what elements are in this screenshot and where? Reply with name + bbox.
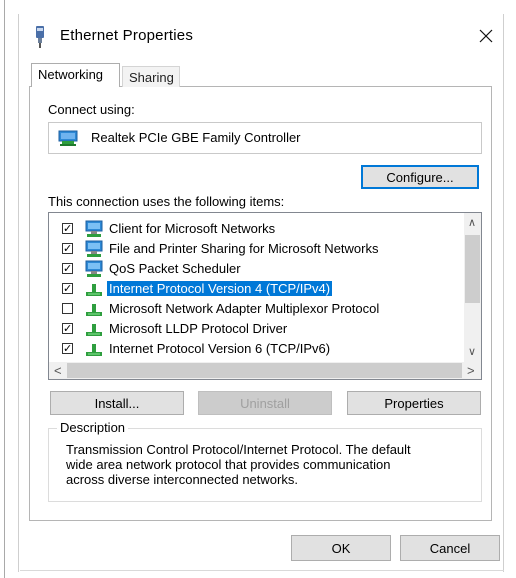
- scroll-right-icon[interactable]: >: [467, 363, 475, 378]
- ok-button[interactable]: OK: [291, 535, 391, 561]
- bottom-edge: [20, 570, 504, 571]
- cancel-button[interactable]: Cancel: [400, 535, 500, 561]
- list-item-label: Microsoft Network Adapter Multiplexor Pr…: [109, 301, 380, 316]
- horizontal-scroll-thumb[interactable]: [67, 363, 462, 378]
- vertical-scroll-thumb[interactable]: [465, 235, 480, 303]
- protocol-icon: [86, 304, 102, 316]
- list-item-label: Internet Protocol Version 6 (TCP/IPv6): [109, 341, 331, 356]
- protocol-icon: [86, 344, 102, 356]
- list-item-label: Microsoft LLDP Protocol Driver: [109, 321, 288, 336]
- checkbox-ipv6[interactable]: ✓: [62, 343, 73, 355]
- window-title: Ethernet Properties: [60, 27, 194, 44]
- protocol-icon: [86, 284, 102, 296]
- checkbox-qos-scheduler[interactable]: ✓: [62, 263, 73, 275]
- vertical-scrollbar[interactable]: ∧ ∨: [464, 213, 481, 362]
- list-item-ipv6[interactable]: ✓ Internet Protocol Version 6 (TCP/IPv6): [49, 339, 459, 359]
- list-item-multiplexor[interactable]: Microsoft Network Adapter Multiplexor Pr…: [49, 299, 459, 319]
- checkbox-file-printer-sharing[interactable]: ✓: [62, 243, 73, 255]
- list-item-label: File and Printer Sharing for Microsoft N…: [109, 241, 379, 256]
- adapter-name: Realtek PCIe GBE Family Controller: [91, 130, 301, 145]
- description-legend: Description: [57, 420, 129, 435]
- close-button[interactable]: [470, 22, 502, 50]
- protocol-icon: [86, 324, 102, 336]
- list-item-label: Client for Microsoft Networks: [109, 221, 276, 236]
- checkbox-ipv4[interactable]: ✓: [62, 283, 73, 295]
- network-client-icon: [85, 220, 103, 237]
- items-label: This connection uses the following items…: [48, 194, 285, 209]
- components-list[interactable]: ✓ Client for Microsoft Networks ✓ File a…: [48, 212, 482, 380]
- outer-edge: [4, 0, 5, 578]
- list-item-file-printer-sharing[interactable]: ✓ File and Printer Sharing for Microsoft…: [49, 239, 459, 259]
- install-button[interactable]: Install...: [50, 391, 184, 415]
- list-item-lldp[interactable]: ✓ Microsoft LLDP Protocol Driver: [49, 319, 459, 339]
- list-item-client[interactable]: ✓ Client for Microsoft Networks: [49, 219, 459, 239]
- network-service-icon: [85, 240, 103, 257]
- network-service-icon: [85, 260, 103, 277]
- checkbox-lldp[interactable]: ✓: [62, 323, 73, 335]
- checkbox-client[interactable]: ✓: [62, 223, 73, 235]
- uninstall-button[interactable]: Uninstall: [198, 391, 332, 415]
- horizontal-scrollbar[interactable]: < >: [49, 362, 481, 379]
- ethernet-adapter-icon: [36, 26, 44, 48]
- scroll-down-icon[interactable]: ∨: [468, 345, 476, 358]
- scroll-left-icon[interactable]: <: [54, 363, 62, 378]
- tab-networking[interactable]: Networking: [31, 63, 120, 87]
- scroll-up-icon[interactable]: ∧: [468, 216, 476, 229]
- list-item-ipv4[interactable]: ✓ Internet Protocol Version 4 (TCP/IPv4): [49, 279, 459, 299]
- adapter-field: Realtek PCIe GBE Family Controller: [48, 122, 482, 154]
- network-adapter-icon: [58, 130, 78, 146]
- properties-button[interactable]: Properties: [347, 391, 481, 415]
- checkbox-multiplexor[interactable]: [62, 303, 73, 314]
- list-item-label: QoS Packet Scheduler: [109, 261, 241, 276]
- list-item-qos-scheduler[interactable]: ✓ QoS Packet Scheduler: [49, 259, 459, 279]
- connect-using-label: Connect using:: [48, 102, 135, 117]
- list-item-label: Internet Protocol Version 4 (TCP/IPv4): [107, 281, 333, 296]
- configure-button[interactable]: Configure...: [361, 165, 479, 189]
- description-text: Transmission Control Protocol/Internet P…: [66, 442, 411, 487]
- tab-sharing[interactable]: Sharing: [122, 66, 180, 87]
- close-icon: [479, 29, 493, 43]
